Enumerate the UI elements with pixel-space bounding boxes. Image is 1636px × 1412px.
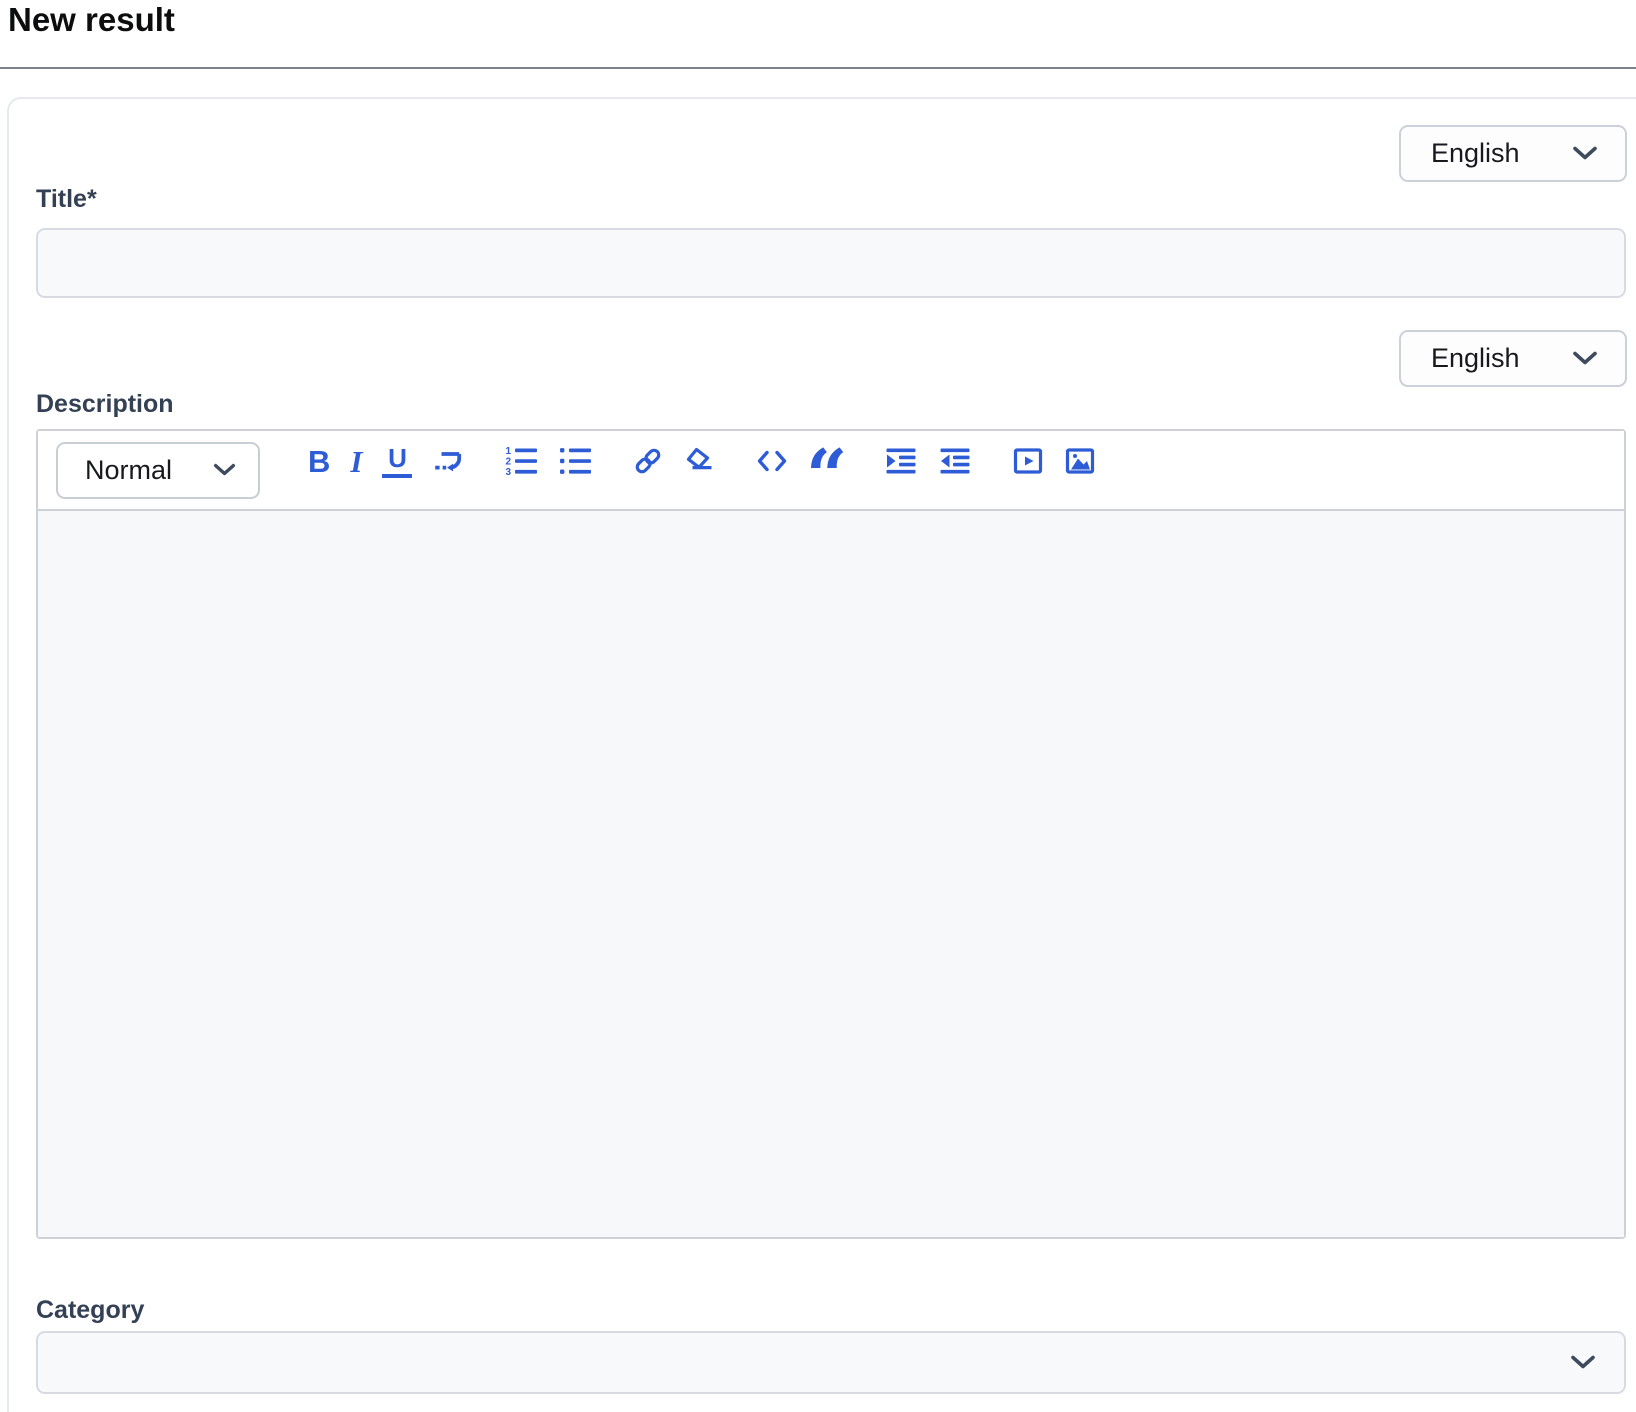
chevron-down-icon [1570,1355,1596,1370]
list-group: 1 2 3 [504,445,592,477]
italic-button[interactable]: I [350,446,362,477]
text-wrap-button[interactable] [432,445,464,477]
media-group [1012,445,1096,477]
outdent-button[interactable] [938,445,972,477]
title-input[interactable] [36,228,1626,298]
title-language-select[interactable]: English [1399,125,1627,182]
bullet-list-icon [558,445,592,477]
description-language-select[interactable]: English [1399,330,1627,387]
video-button[interactable] [1012,445,1044,477]
eraser-icon [684,445,716,477]
video-icon [1012,445,1044,477]
underline-icon: U [382,445,412,478]
link-button[interactable] [632,445,664,477]
chevron-down-icon [1572,351,1598,366]
paragraph-style-value: Normal [85,455,172,486]
ordered-list-icon: 1 2 3 [504,445,538,477]
indent-button[interactable] [884,445,918,477]
blockquote-icon: “ [808,445,844,477]
link-group [632,445,716,477]
image-button[interactable] [1064,445,1096,477]
title-language-row: English [36,125,1627,182]
indent-group [884,445,972,477]
clean-format-button[interactable] [684,445,716,477]
title-label: Title* [36,184,1627,214]
description-language-row: English [36,330,1627,387]
code-icon [756,445,788,477]
paragraph-style-select[interactable]: Normal [56,442,260,499]
ordered-list-button[interactable]: 1 2 3 [504,445,538,477]
chevron-down-icon [213,463,236,477]
bullet-list-button[interactable] [558,445,592,477]
page-title: New result [0,0,1636,39]
text-wrap-icon [432,445,464,477]
svg-text:2: 2 [506,457,512,468]
indent-icon [884,445,918,477]
italic-icon: I [350,446,362,477]
editor-content[interactable] [38,511,1624,1237]
svg-text:1: 1 [506,446,512,457]
description-label: Description [36,389,1627,419]
format-group: B I U [308,445,464,478]
code-quote-group: “ [756,445,844,477]
divider [0,67,1636,69]
svg-text:3: 3 [506,467,512,477]
editor-toolbar: Normal B I U [38,431,1624,511]
rich-text-editor: Normal B I U [36,429,1626,1239]
bold-icon: B [308,446,330,477]
blockquote-button[interactable]: “ [808,445,844,477]
outdent-icon [938,445,972,477]
code-block-button[interactable] [756,445,788,477]
form-card: English Title* English Description Norma… [7,97,1636,1412]
toolbar-icon-groups: B I U [308,445,1096,478]
description-language-value: English [1431,343,1520,374]
image-icon [1064,445,1096,477]
title-language-value: English [1431,138,1520,169]
category-select[interactable] [36,1331,1626,1394]
chevron-down-icon [1572,146,1598,161]
svg-text:“: “ [808,445,844,477]
category-label: Category [36,1295,1627,1325]
underline-button[interactable]: U [382,445,412,478]
bold-button[interactable]: B [308,446,330,477]
link-icon [632,445,664,477]
